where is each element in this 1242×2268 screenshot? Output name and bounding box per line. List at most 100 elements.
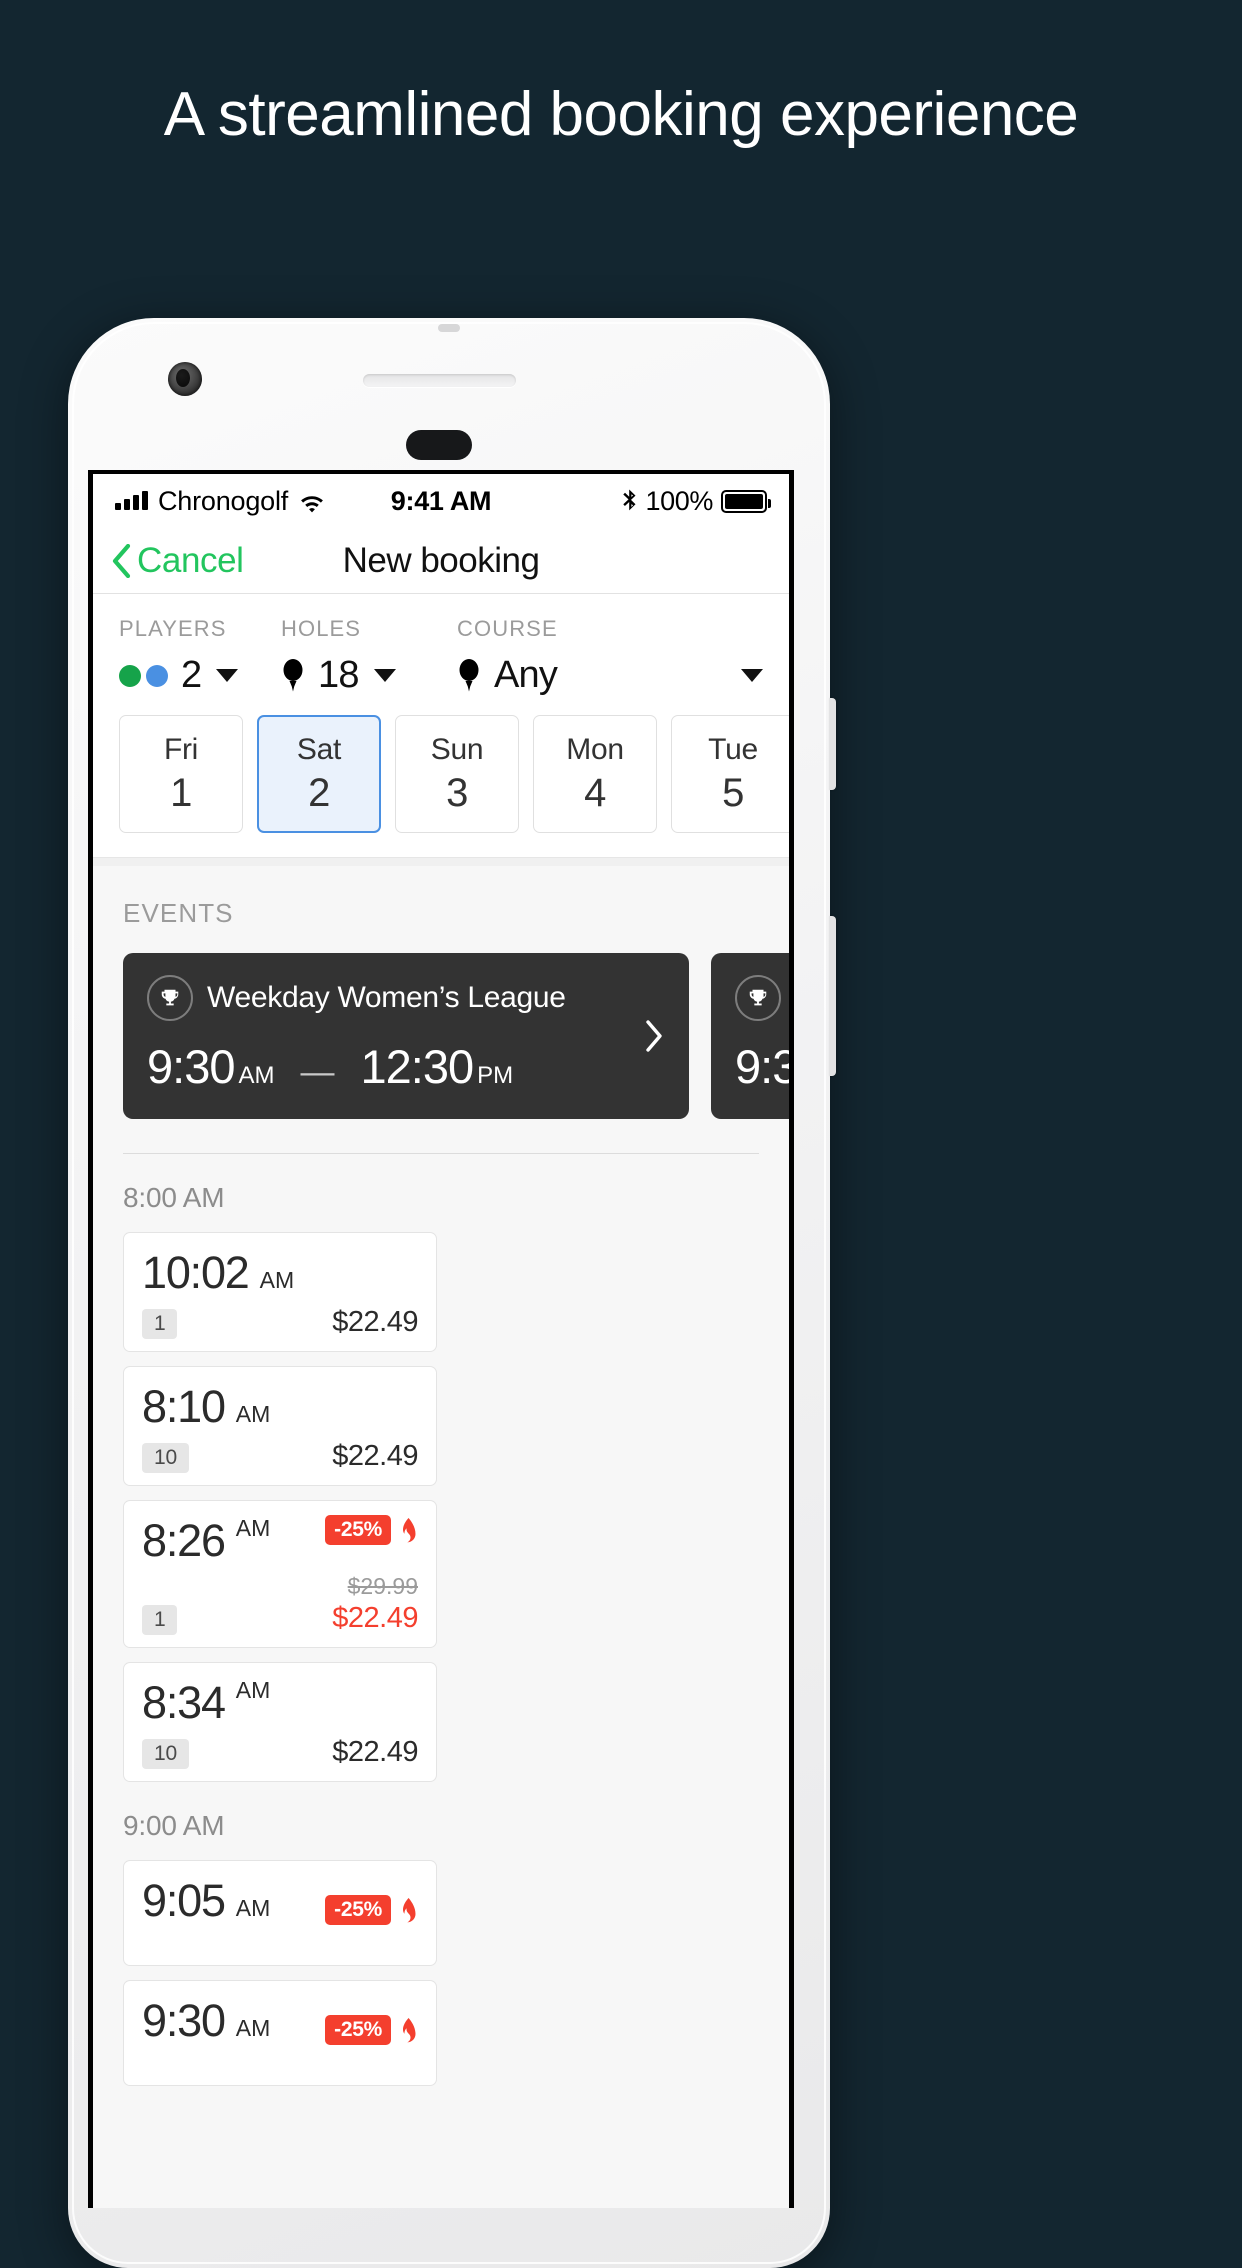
tee-time-card[interactable]: 9:05 AM -25% xyxy=(123,1860,437,1966)
date-num: 3 xyxy=(446,770,468,815)
date-day: Sat xyxy=(296,732,342,766)
flame-icon xyxy=(399,1897,418,1923)
trophy-icon xyxy=(735,975,781,1021)
tee-time: 10:02 xyxy=(142,1247,250,1298)
tee-time: 8:26 xyxy=(142,1515,226,1567)
player-dot-blue-icon xyxy=(146,664,168,687)
holes-value: 18 xyxy=(318,654,359,696)
event-card[interactable]: Weekday Women’s League 9:30 AM — 12:30 PM xyxy=(123,953,689,1119)
date-day: Tue xyxy=(708,732,758,766)
holes-selector[interactable]: 18 xyxy=(281,654,457,697)
tee-time-ampm: AM xyxy=(235,2015,271,2041)
phone-top-notch xyxy=(438,324,460,332)
carrier-label: Chronogolf xyxy=(158,485,289,516)
status-bar: Chronogolf 9:41 AM 100% xyxy=(93,474,789,528)
date-card[interactable]: Fri 1 xyxy=(119,715,243,833)
events-section-title: EVENTS xyxy=(123,898,234,928)
slot-price: $22.49 xyxy=(332,1601,418,1634)
earpiece-speaker xyxy=(363,374,516,387)
date-day: Mon xyxy=(566,732,624,766)
tee-time-grid: 10:02 AM 1 $22.49 8:10 AM 10 $22.49 8:26… xyxy=(93,1214,789,1782)
filters-bar: PLAYERS HOLES COURSE 2 18 Any xyxy=(93,594,789,697)
tee-time-card[interactable]: 8:26 AM -25% 1 $29.99 $22.49 xyxy=(123,1500,437,1648)
events-carousel[interactable]: Weekday Women’s League 9:30 AM — 12:30 PM xyxy=(93,929,789,1119)
signal-bars-icon xyxy=(115,491,148,510)
holes-label: HOLES xyxy=(281,616,362,641)
tee-time: 8:10 xyxy=(142,1381,226,1433)
caret-down-icon xyxy=(741,669,763,682)
battery-full-icon xyxy=(721,489,771,513)
event-end-suffix: PM xyxy=(477,1062,514,1089)
date-selector[interactable]: Fri 1 Sat 2 Sun 3 Mon 4 Tue 5 xyxy=(93,697,789,858)
slot-count-badge: 1 xyxy=(142,1604,178,1635)
event-card[interactable]: W 9:3 xyxy=(711,953,789,1119)
tee-time: 9:05 xyxy=(142,1875,226,1926)
caret-down-icon xyxy=(216,669,239,682)
wifi-icon xyxy=(298,490,326,513)
date-day: Sun xyxy=(430,732,484,766)
section-divider xyxy=(93,858,789,866)
battery-percent-label: 100% xyxy=(645,485,714,516)
tee-time-card[interactable]: 9:30 AM -25% xyxy=(123,1980,437,2086)
event-start-time: 9:3 xyxy=(735,1040,789,1093)
navigation-bar: Cancel New booking xyxy=(93,528,789,594)
slot-price: $22.49 xyxy=(332,1440,418,1473)
date-card[interactable]: Tue 5 xyxy=(671,715,789,833)
bluetooth-icon xyxy=(621,489,638,514)
tee-time: 9:30 xyxy=(142,1995,226,2046)
golf-tee-icon xyxy=(457,658,481,693)
date-num: 4 xyxy=(584,770,606,815)
course-label: COURSE xyxy=(457,616,558,641)
date-day: Fri xyxy=(163,732,199,766)
tee-time-ampm: AM xyxy=(259,1267,295,1293)
players-value: 2 xyxy=(181,654,202,696)
tee-time-grid: 9:05 AM -25% 9:30 AM -25% xyxy=(93,1842,789,2086)
player-dot-green-icon xyxy=(119,664,141,687)
tee-time-ampm: AM xyxy=(235,1676,271,1703)
tee-time-section-label: 8:00 AM xyxy=(123,1182,225,1213)
course-selector[interactable]: Any xyxy=(457,654,763,697)
tee-time-card[interactable]: 8:10 AM 10 $22.49 xyxy=(123,1366,437,1487)
chevron-right-icon xyxy=(645,1020,663,1052)
flame-icon xyxy=(399,2017,418,2043)
date-num: 1 xyxy=(170,770,192,815)
event-end-time: 12:30 xyxy=(360,1040,474,1093)
date-num: 5 xyxy=(722,770,744,815)
date-num: 2 xyxy=(308,770,330,815)
discount-badge: -25% xyxy=(325,1515,391,1546)
slot-price: $22.49 xyxy=(332,1735,418,1768)
event-time-dash: — xyxy=(300,1053,335,1091)
slot-count-badge: 10 xyxy=(142,1443,189,1474)
page-title: A streamlined booking experience xyxy=(163,80,1079,149)
tee-time-section-label: 9:00 AM xyxy=(123,1810,225,1841)
players-label: PLAYERS xyxy=(119,616,227,641)
date-card[interactable]: Mon 4 xyxy=(533,715,657,833)
phone-volume-down-button[interactable] xyxy=(829,916,836,1076)
discount-badge: -25% xyxy=(325,1895,391,1925)
tee-time-card[interactable]: 10:02 AM 1 $22.49 xyxy=(123,1232,437,1353)
caret-down-icon xyxy=(373,669,396,682)
trophy-icon xyxy=(147,975,193,1021)
tee-time: 8:34 xyxy=(142,1676,226,1728)
phone-screen: Chronogolf 9:41 AM 100% Cancel New booki… xyxy=(88,470,794,2208)
date-card-selected[interactable]: Sat 2 xyxy=(257,715,381,833)
slot-price: $22.49 xyxy=(332,1306,418,1338)
tee-time-card[interactable]: 8:34 AM 10 $22.49 xyxy=(123,1661,437,1782)
event-start-suffix: AM xyxy=(238,1062,275,1089)
slot-count-badge: 10 xyxy=(142,1739,189,1769)
golf-tee-icon xyxy=(281,658,305,693)
front-camera-icon xyxy=(168,362,202,396)
date-card[interactable]: Sun 3 xyxy=(395,715,519,833)
event-name: Weekday Women’s League xyxy=(207,981,566,1014)
players-selector[interactable]: 2 xyxy=(119,654,281,697)
nav-title: New booking xyxy=(342,540,540,580)
home-button[interactable] xyxy=(406,430,472,460)
phone-volume-up-button[interactable] xyxy=(829,698,836,790)
slot-count-badge: 1 xyxy=(142,1309,178,1340)
flame-icon xyxy=(399,1517,418,1543)
tee-time-ampm: AM xyxy=(235,1401,271,1428)
tee-time-ampm: AM xyxy=(235,1515,271,1542)
event-start-time: 9:30 xyxy=(147,1040,235,1093)
slot-old-price: $29.99 xyxy=(347,1573,418,1600)
course-value: Any xyxy=(494,654,558,696)
